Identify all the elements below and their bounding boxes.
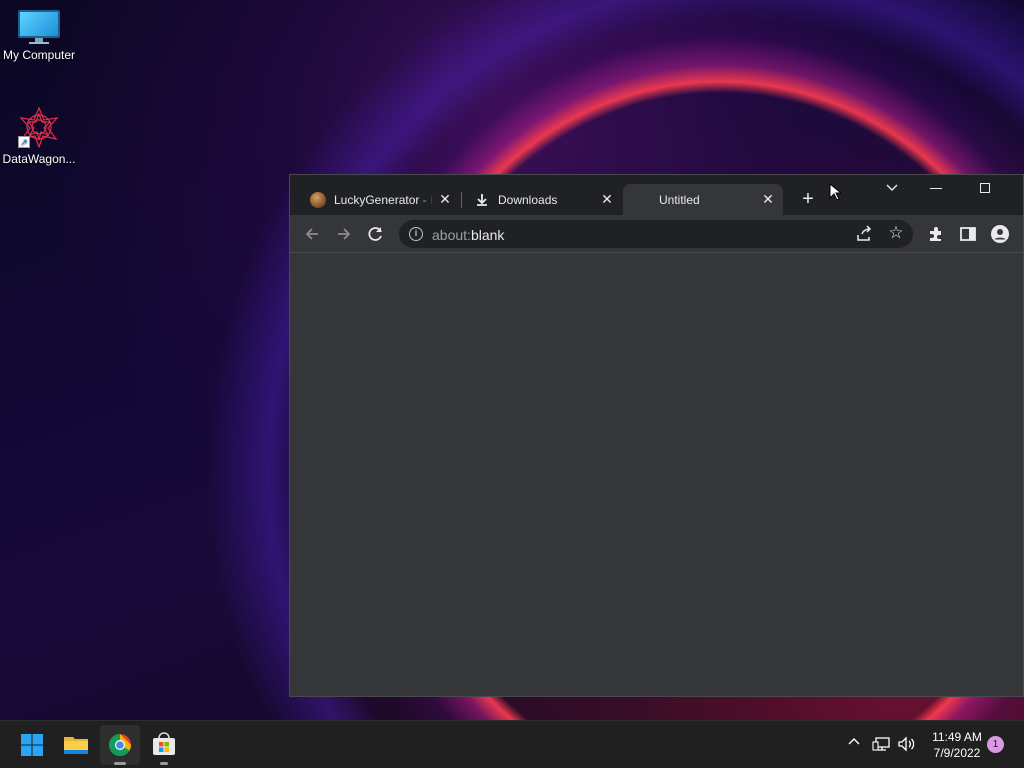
start-button[interactable] (12, 725, 52, 765)
desktop-icon-label: My Computer (2, 48, 76, 62)
download-icon (474, 192, 490, 208)
start-icon (21, 734, 43, 756)
tab-title: Downloads (498, 192, 558, 207)
desktop-icon-label: DataWagon... (2, 152, 76, 166)
tab-search-chevron-icon[interactable] (885, 181, 899, 195)
reload-button[interactable] (366, 224, 386, 244)
share-icon[interactable] (855, 225, 873, 243)
show-hidden-icons-chevron-icon[interactable] (845, 735, 863, 753)
tab-title: LuckyGenerator - I (334, 192, 434, 207)
tab-strip: LuckyGenerator - I ✕ Downloads ✕ Untitle… (290, 175, 1023, 215)
page-content[interactable] (290, 254, 1023, 696)
tab-luckygenerator[interactable]: LuckyGenerator - I ✕ (298, 184, 460, 215)
file-explorer-icon (64, 737, 88, 754)
side-panel-icon[interactable] (958, 224, 978, 244)
tab-untitled[interactable]: Untitled ✕ (623, 184, 783, 215)
close-tab-icon[interactable]: ✕ (438, 192, 452, 206)
close-tab-icon[interactable]: ✕ (600, 192, 614, 206)
site-favicon-icon (310, 191, 326, 208)
browser-toolbar: i about:blank ☆ (290, 215, 1023, 253)
my-computer-shortcut[interactable]: My Computer (0, 10, 78, 62)
chrome-button[interactable] (100, 725, 140, 765)
browser-window: LuckyGenerator - I ✕ Downloads ✕ Untitle… (289, 174, 1024, 697)
computer-icon (18, 10, 60, 44)
shortcut-arrow-icon: ↗ (18, 136, 30, 148)
clock[interactable]: 11:49 AM 7/9/2022 (924, 729, 990, 761)
forward-button[interactable] (334, 224, 354, 244)
address-bar[interactable]: i about:blank ☆ (399, 220, 913, 248)
store-button[interactable] (144, 725, 184, 765)
tab-title: Untitled (659, 192, 700, 207)
running-indicator (114, 762, 126, 765)
network-icon[interactable] (872, 735, 892, 753)
maximize-button[interactable] (980, 183, 990, 193)
minimize-button[interactable] (930, 188, 942, 189)
store-icon (153, 732, 175, 755)
notification-badge[interactable]: 1 (987, 736, 1004, 753)
file-explorer-button[interactable] (56, 725, 96, 765)
close-tab-icon[interactable]: ✕ (761, 192, 775, 206)
url-text[interactable]: about:blank (432, 227, 504, 243)
chrome-icon (109, 734, 131, 756)
back-button[interactable] (302, 224, 322, 244)
mouse-cursor-icon (829, 183, 841, 201)
profile-avatar-icon[interactable] (990, 224, 1010, 244)
tab-downloads[interactable]: Downloads ✕ (462, 184, 622, 215)
extensions-icon[interactable] (926, 224, 946, 244)
clock-time: 11:49 AM (932, 730, 982, 744)
bookmark-star-icon[interactable]: ☆ (887, 223, 905, 243)
taskbar: 11:49 AM 7/9/2022 1 (0, 720, 1024, 768)
volume-icon[interactable] (897, 735, 917, 753)
new-tab-button[interactable]: + (798, 189, 818, 209)
datawagon-icon: ↗ (16, 106, 62, 149)
site-info-icon[interactable]: i (409, 227, 423, 241)
clock-date: 7/9/2022 (933, 746, 981, 760)
datawagon-shortcut[interactable]: ↗ DataWagon... (0, 106, 78, 166)
running-indicator (160, 762, 168, 765)
